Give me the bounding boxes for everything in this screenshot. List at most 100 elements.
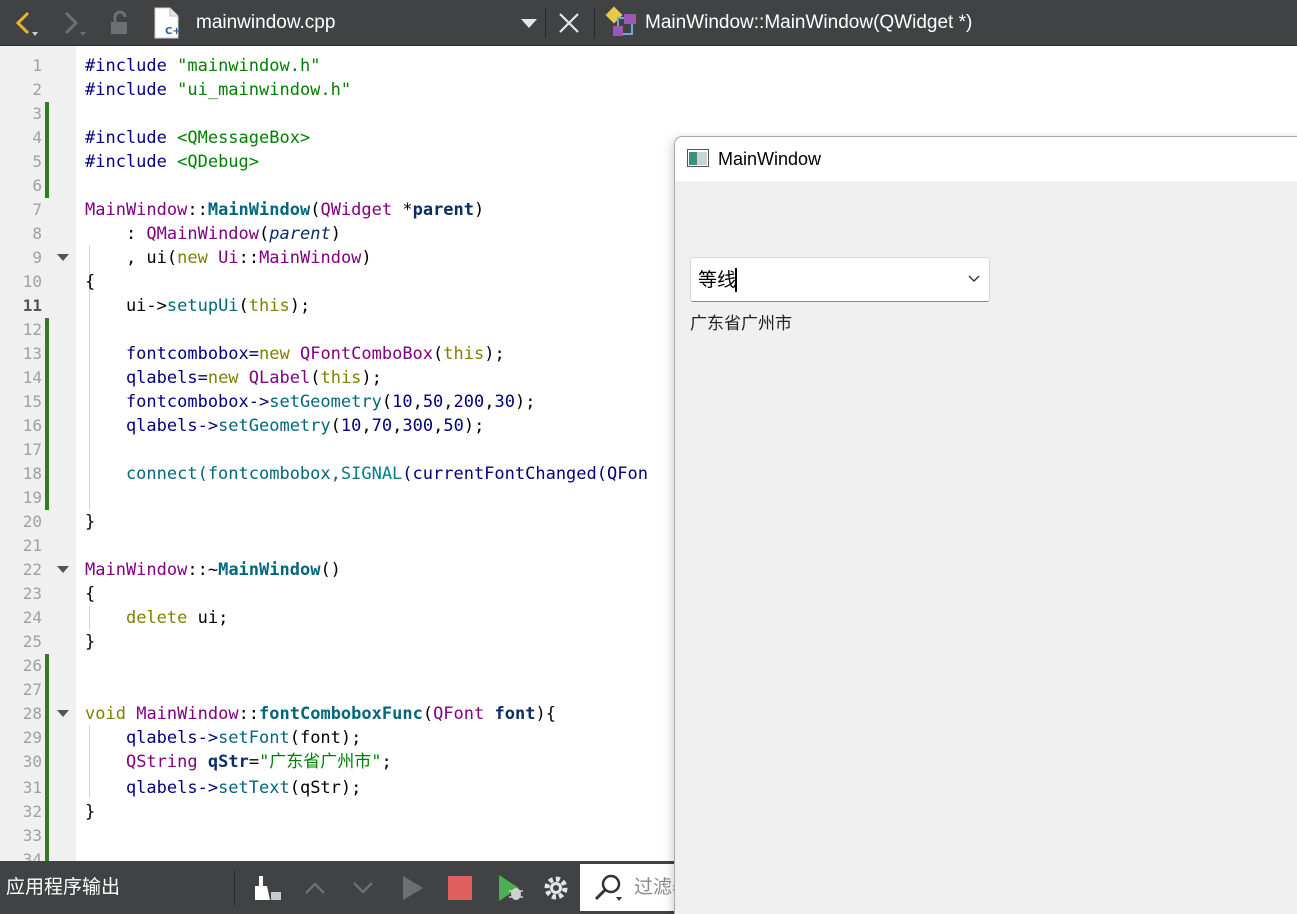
code-token: parent: [412, 200, 475, 220]
code-line: fontcombobox->setGeometry(10,50,200,30);: [85, 390, 536, 414]
line-number: 6: [32, 176, 42, 195]
fold-marker[interactable]: [57, 254, 69, 261]
code-token: setGeometry: [218, 416, 331, 436]
code-line: qlabels->setText(qStr);: [85, 776, 361, 800]
code-token: fontComboboxFunc: [259, 704, 423, 724]
line-number: 27: [22, 680, 42, 699]
close-document-button[interactable]: [552, 0, 586, 46]
settings-gear-icon: [544, 876, 568, 899]
fold-marker[interactable]: [57, 710, 69, 717]
file-lock-button[interactable]: [102, 0, 136, 46]
editor-toolbar: C++ mainwindow.cpp MainWindow::MainWindo…: [0, 0, 1297, 46]
back-button[interactable]: [6, 0, 44, 46]
stop-icon: [448, 875, 472, 900]
code-token: );: [463, 416, 485, 436]
forward-button[interactable]: [54, 0, 92, 46]
code-token: qlabels->: [85, 778, 219, 798]
app-window-title: MainWindow: [718, 149, 822, 169]
code-line: {: [85, 270, 95, 294]
code-token: Ui: [218, 248, 239, 268]
rerun-button[interactable]: [394, 861, 430, 914]
code-line: delete ui;: [85, 606, 228, 630]
debug-button[interactable]: [492, 861, 528, 914]
code-line: connect(fontcombobox,SIGNAL(currentFontC…: [85, 462, 648, 486]
stop-button[interactable]: [442, 861, 478, 914]
code-token: ,: [392, 416, 403, 436]
code-token: (currentFontChanged(QFon: [402, 464, 648, 484]
line-number: 15: [22, 392, 42, 411]
code-token: QMainWindow: [146, 224, 260, 244]
code-token: MainWindow: [207, 200, 311, 220]
code-token: ::~: [187, 560, 219, 580]
code-line: , ui(new Ui::MainWindow): [85, 246, 372, 270]
code-token: 50: [422, 392, 444, 412]
line-number: 33: [22, 826, 42, 845]
toolbar-separator: [594, 8, 595, 38]
line-number: 14: [22, 368, 42, 387]
line-number: 12: [22, 320, 42, 339]
code-token: #include: [85, 56, 178, 76]
code-token: "广东省广州市": [259, 752, 382, 772]
code-token: ){: [535, 704, 556, 724]
current-line-number: 11: [22, 296, 42, 315]
previous-item-button[interactable]: [298, 861, 332, 914]
output-settings-button[interactable]: [538, 861, 574, 914]
code-token: setupUi: [166, 296, 239, 316]
file-name-label[interactable]: mainwindow.cpp: [196, 0, 335, 46]
code-token: ,: [412, 392, 423, 412]
code-line: QString qStr="广东省广州市";: [85, 750, 392, 774]
chevron-down-icon: [968, 275, 980, 282]
code-token: <QMessageBox>: [177, 128, 311, 148]
code-token: QFont: [433, 704, 485, 724]
code-line: #include "mainwindow.h": [85, 54, 320, 78]
code-token: ::: [238, 248, 260, 268]
close-icon: [559, 13, 579, 33]
line-number: 2: [32, 80, 42, 99]
code-token: ui->: [85, 296, 167, 316]
code-token: ,: [433, 416, 444, 436]
fold-marker[interactable]: [57, 566, 69, 573]
file-dropdown-button[interactable]: [516, 0, 542, 46]
code-token: 10: [392, 392, 413, 412]
line-number-gutter: 1 2 3 4 5 6 7 8 9 10 11 12 13 14 15 16 1…: [0, 46, 76, 861]
code-token: 200: [453, 392, 485, 412]
code-line: MainWindow::~MainWindow(): [85, 558, 341, 582]
code-token: ,: [484, 392, 495, 412]
line-number: 32: [22, 802, 42, 821]
line-number: 25: [22, 632, 42, 651]
code-line: #include <QDebug>: [85, 150, 259, 174]
lock-icon: [111, 10, 127, 34]
symbol-selector[interactable]: MainWindow::MainWindow(QWidget *): [645, 0, 972, 46]
cpp-file-icon: C++: [154, 7, 181, 39]
font-combo-box[interactable]: 等线: [690, 257, 990, 302]
code-token: delete: [125, 608, 188, 628]
file-name: mainwindow.cpp: [196, 12, 336, 33]
code-line: qlabels=new QLabel(this);: [85, 366, 382, 390]
main-window-app[interactable]: MainWindow 等线 广东省广州市: [674, 136, 1297, 914]
text-caret: [735, 268, 737, 292]
line-number: 16: [22, 416, 42, 435]
code-token: QWidget: [320, 200, 393, 220]
code-token: font: [494, 704, 536, 724]
app-title-bar[interactable]: MainWindow: [675, 137, 1297, 181]
next-item-button[interactable]: [346, 861, 380, 914]
code-token: setFont: [218, 728, 290, 748]
line-number: 17: [22, 440, 42, 459]
code-line: qlabels->setFont(font);: [85, 726, 361, 750]
output-pane-title[interactable]: 应用程序输出: [6, 861, 120, 914]
code-token: (qStr);: [289, 778, 362, 798]
code-line: #include <QMessageBox>: [85, 126, 310, 150]
code-token: ): [330, 224, 341, 244]
code-token: #include: [85, 128, 178, 148]
code-token: new: [259, 344, 290, 364]
line-number: 7: [32, 200, 42, 219]
code-line: }: [85, 800, 95, 824]
code-token: (: [330, 416, 341, 436]
line-number: 9: [32, 248, 42, 267]
code-token: qlabels->: [85, 416, 219, 436]
clear-output-button[interactable]: [248, 861, 288, 914]
